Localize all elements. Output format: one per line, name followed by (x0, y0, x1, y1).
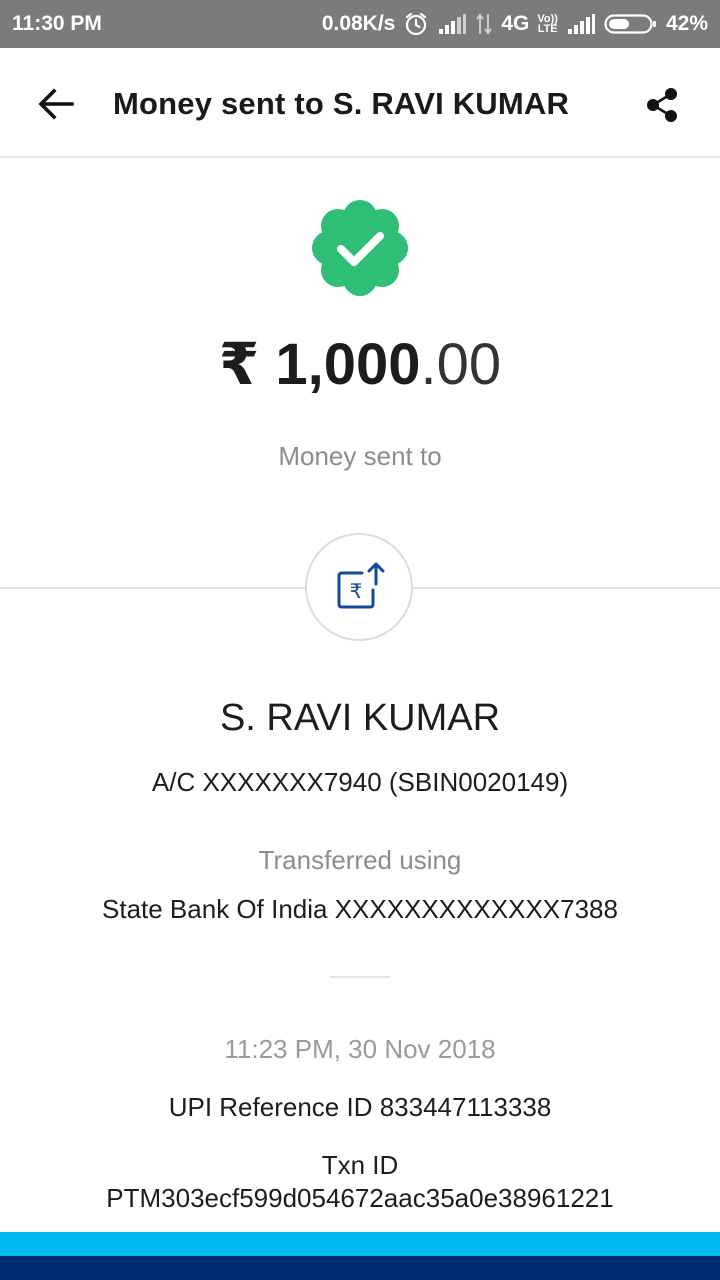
battery-percent: 42% (665, 12, 708, 35)
txn-id-value: PTM303ecf599d054672aac35a0e38961221 (106, 1183, 614, 1213)
volte-icon: Vo)) LTE (537, 14, 558, 35)
status-time: 11:30 PM (12, 12, 102, 35)
battery-icon (604, 12, 658, 36)
recipient-account: A/C XXXXXXX7940 (SBIN0020149) (151, 767, 569, 797)
alarm-icon (403, 11, 429, 37)
transferred-using-caption: Transferred using (258, 845, 462, 875)
back-arrow-icon (38, 88, 74, 120)
status-bar: 11:30 PM 0.08K/s 4G Vo)) LTE 42% (0, 0, 720, 48)
network-speed: 0.08K/s (321, 12, 396, 35)
status-indicators: 0.08K/s 4G Vo)) LTE 42% (322, 11, 708, 37)
amount-main: 1,000 (275, 332, 421, 397)
verified-check-icon (309, 198, 411, 298)
back-button[interactable] (34, 82, 78, 126)
page-title: Money sent to S. RAVI KUMAR (113, 86, 570, 121)
data-arrows-icon (475, 12, 493, 36)
network-type: 4G (501, 12, 530, 35)
amount-decimal: .00 (420, 332, 502, 397)
share-icon (647, 88, 677, 122)
currency-symbol: ₹ (218, 332, 260, 397)
rupee-glyph: ₹ (350, 579, 363, 603)
upi-reference-id: UPI Reference ID 833447113338 (168, 1092, 552, 1122)
txn-id-label: Txn ID (321, 1150, 399, 1180)
signal-icon (437, 13, 467, 35)
footer-band-dark (0, 1256, 720, 1280)
footer-band-light (0, 1232, 720, 1256)
share-button[interactable] (642, 84, 686, 128)
amount: ₹ 1,000.00 (0, 330, 720, 398)
transfer-badge: ₹ (305, 533, 413, 641)
sent-to-caption: Money sent to (278, 441, 442, 471)
source-account: State Bank Of India XXXXXXXXXXXXX7388 (102, 894, 618, 924)
transaction-timestamp: 11:23 PM, 30 Nov 2018 (224, 1034, 496, 1064)
volte-bottom-label: LTE (537, 23, 558, 35)
short-divider (330, 976, 390, 978)
app-bar: Money sent to S. RAVI KUMAR (0, 48, 720, 158)
signal-icon (566, 13, 596, 35)
rupee-transfer-icon: ₹ (337, 562, 385, 609)
recipient-name: S. RAVI KUMAR (219, 697, 501, 739)
